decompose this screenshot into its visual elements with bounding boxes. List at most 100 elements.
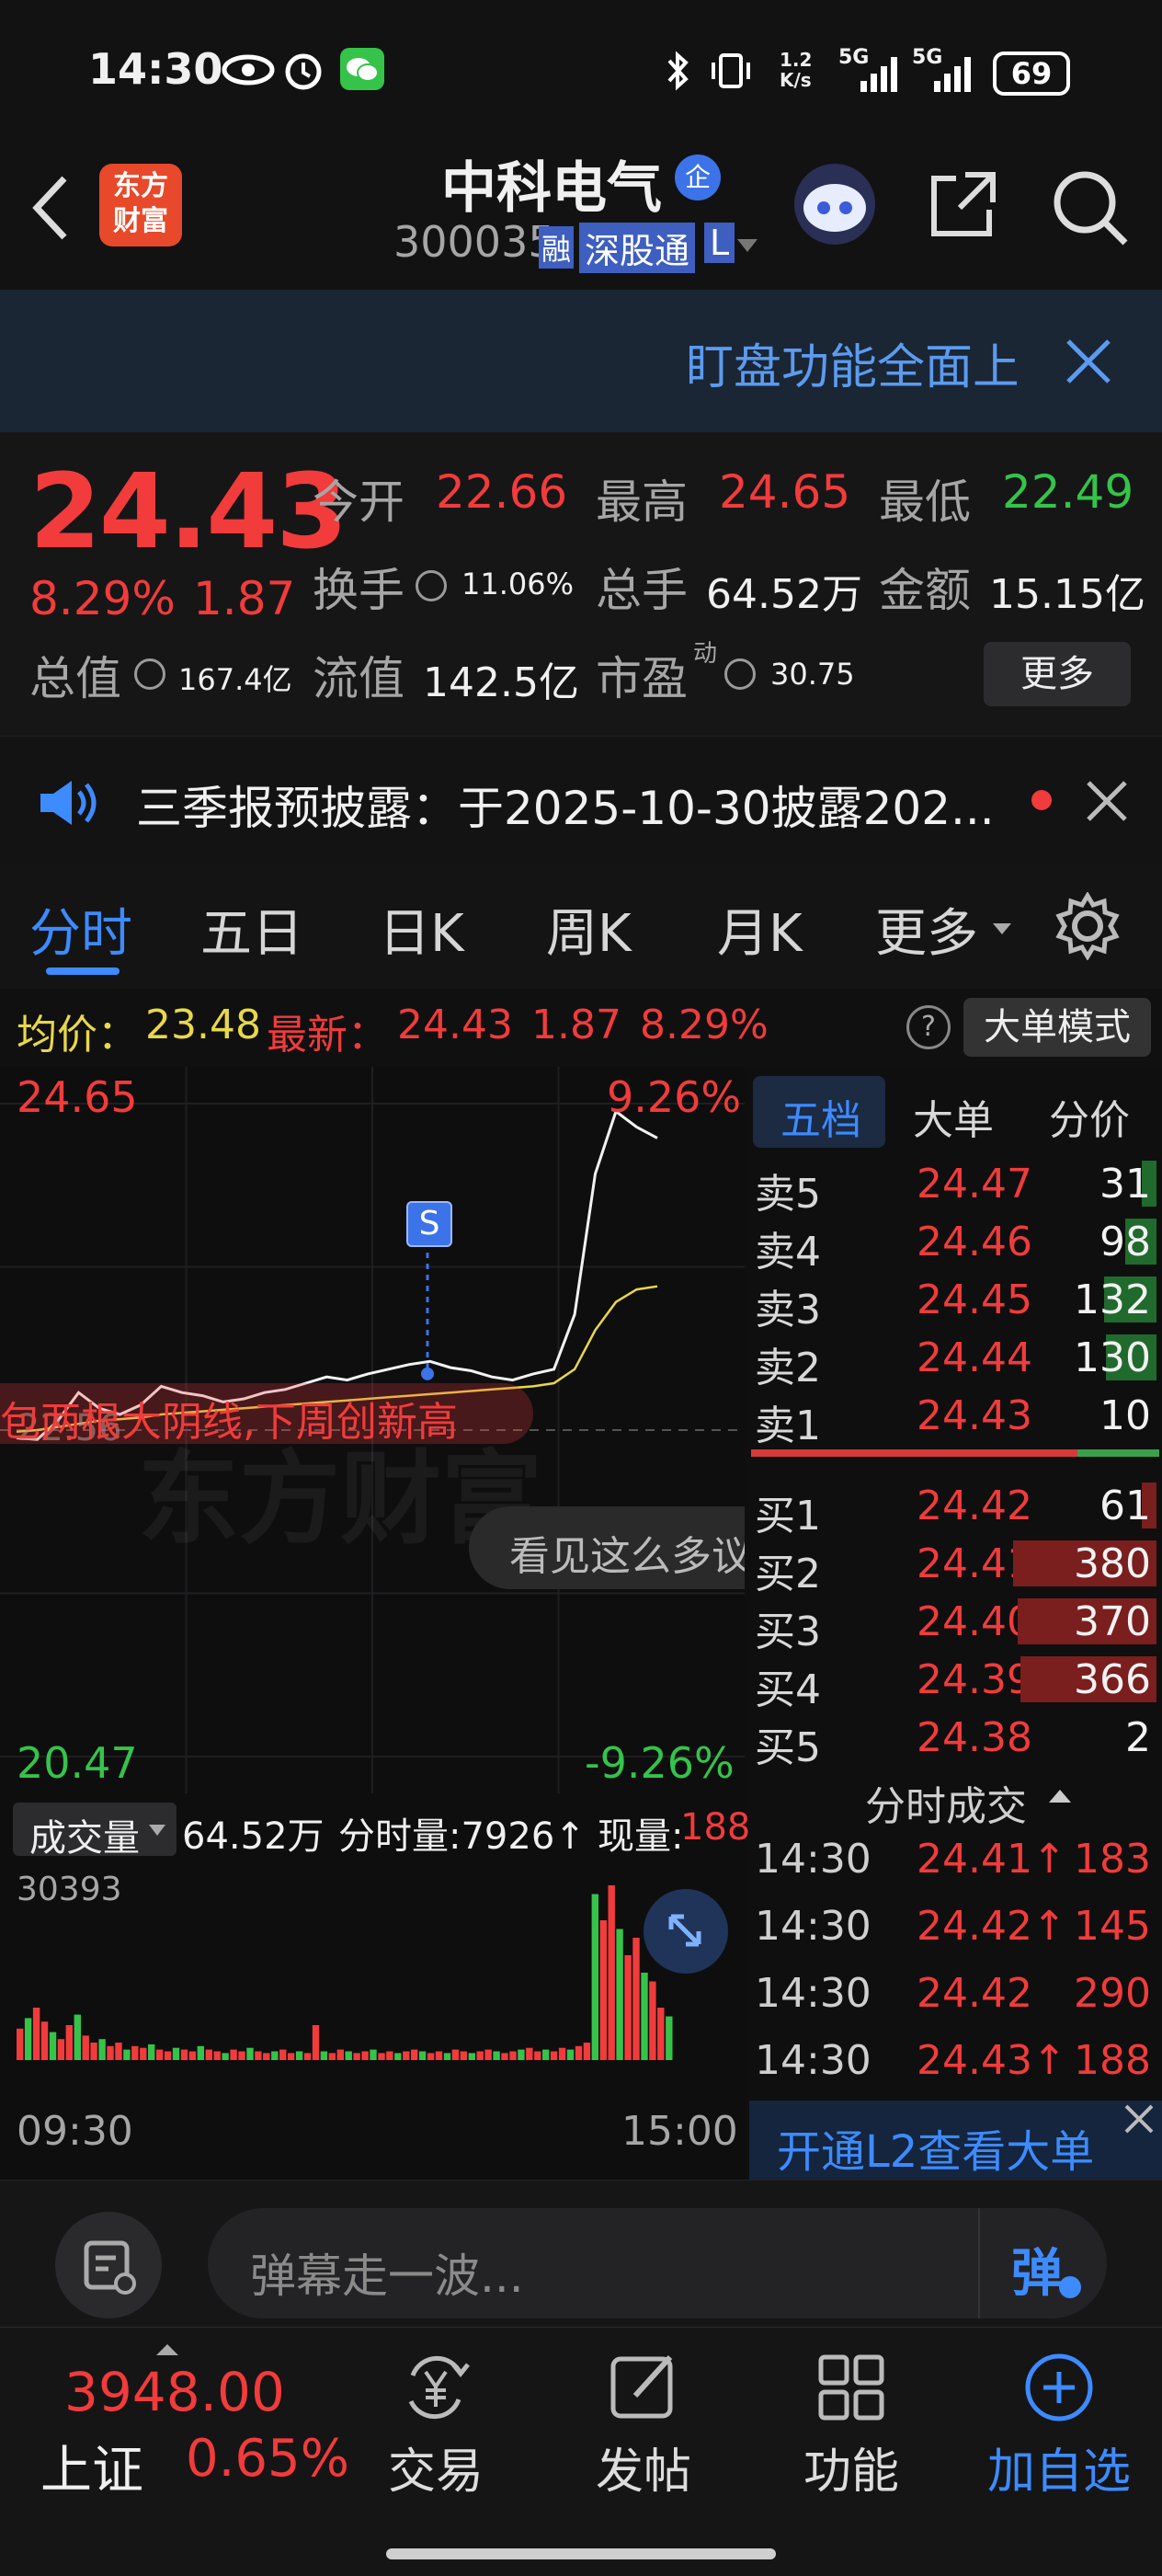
buy-level-row[interactable]: 买1 24.42 61 bbox=[749, 1477, 1162, 1540]
latest-label: 最新： bbox=[267, 1012, 388, 1059]
trade-price: 24.42 bbox=[917, 1970, 1032, 2017]
tab-daily-k[interactable]: 日K bbox=[379, 892, 464, 967]
volume-bar bbox=[57, 2039, 65, 2060]
brand-logo[interactable]: 东方 财富 bbox=[99, 164, 182, 246]
home-indicator[interactable] bbox=[386, 2548, 776, 2559]
sell-level-row[interactable]: 卖5 24.47 31 bbox=[749, 1155, 1162, 1218]
level-volume: 2 bbox=[1125, 1714, 1151, 1761]
more-button[interactable]: 更多 bbox=[984, 642, 1131, 706]
intraday-chart[interactable]: 24.65 9.26% 20.47 -9.26% 22.56 东方财富 包两根大… bbox=[0, 1067, 745, 1793]
connect-tag: 深股通 bbox=[579, 223, 696, 273]
bottom-nav: 3948.00 上证 0.65% 交易 发帖 功能 加自选 bbox=[0, 2327, 1162, 2576]
tab-price-volume[interactable]: 分价 bbox=[1049, 1087, 1130, 1146]
danmu-bubble: 看见这么多议 bbox=[469, 1506, 745, 1589]
nav-trade[interactable]: 交易 bbox=[344, 2346, 528, 2502]
tick-volume: 分时量:7926↑ bbox=[338, 1815, 586, 1858]
stock-name: 中科电气 bbox=[441, 156, 662, 221]
nav-post[interactable]: 发帖 bbox=[552, 2346, 735, 2502]
trade-time: 14:30 bbox=[755, 1903, 872, 1950]
feature-banner[interactable]: 盯盘功能全面上 bbox=[0, 290, 1162, 432]
trade-price: 24.42↑ bbox=[917, 1903, 1066, 1950]
sell-level-row[interactable]: 卖1 24.43 10 bbox=[749, 1387, 1162, 1449]
robot-assistant-icon[interactable] bbox=[789, 156, 881, 248]
danmu-send-button[interactable]: 弹 bbox=[978, 2208, 1109, 2318]
volume-bar bbox=[534, 2051, 541, 2060]
sell-level-row[interactable]: 卖3 24.45 132 bbox=[749, 1271, 1162, 1334]
index-pct[interactable]: 0.65% bbox=[186, 2429, 349, 2489]
time-end-label: 15:00 bbox=[621, 2108, 738, 2155]
back-arrow-icon[interactable] bbox=[28, 171, 74, 245]
close-icon[interactable] bbox=[1085, 779, 1129, 823]
latest-change: 1.87 bbox=[531, 1002, 621, 1048]
volume-bar bbox=[509, 2051, 517, 2060]
tab-more[interactable]: 更多 bbox=[875, 892, 978, 967]
status-bar: 14:30 1.2 K/s 5G 5G 69 bbox=[0, 0, 1162, 138]
tab-weekly-k[interactable]: 周K bbox=[546, 892, 632, 967]
announcement-bar[interactable]: 三季报预披露：于2025-10-30披露202... bbox=[0, 736, 1162, 866]
volume-bar bbox=[411, 2049, 418, 2060]
big-order-mode-button[interactable]: 大单模式 bbox=[963, 998, 1151, 1057]
buy-level-row[interactable]: 买3 24.40 370 bbox=[749, 1593, 1162, 1655]
edit-post-icon bbox=[610, 2354, 673, 2419]
current-volume-label: 现量: bbox=[598, 1815, 684, 1858]
signal-icon bbox=[860, 57, 897, 92]
indicator-selector[interactable]: 成交量 bbox=[13, 1803, 177, 1860]
danmu-settings-icon[interactable] bbox=[55, 2212, 162, 2318]
volume-bars-svg bbox=[17, 1885, 673, 2060]
unread-dot bbox=[1031, 790, 1052, 810]
turnover-value: 11.06% bbox=[461, 567, 575, 601]
close-icon[interactable] bbox=[1063, 336, 1114, 387]
expand-icon[interactable] bbox=[644, 1889, 728, 1974]
tab-five-levels[interactable]: 五档 bbox=[753, 1076, 885, 1148]
volume-bar bbox=[484, 2049, 492, 2060]
bid-ask-ratio-bar bbox=[751, 1449, 1159, 1457]
volume-bar bbox=[608, 1885, 615, 2060]
chevron-down-icon[interactable] bbox=[735, 237, 759, 256]
tab-intraday[interactable]: 分时 bbox=[29, 892, 132, 967]
share-icon[interactable] bbox=[925, 167, 998, 241]
search-icon[interactable] bbox=[1048, 166, 1131, 248]
trades-title[interactable]: 分时成交 bbox=[865, 1773, 1027, 1832]
level-volume: 61 bbox=[1099, 1483, 1151, 1529]
volume-bar bbox=[666, 2016, 673, 2060]
volume-bar bbox=[188, 2051, 197, 2060]
trade-volume: 188 bbox=[1074, 2037, 1151, 2084]
tab-big-orders[interactable]: 大单 bbox=[913, 1087, 994, 1146]
chevron-down-icon bbox=[993, 923, 1011, 934]
buy-level-row[interactable]: 买2 24.41 380 bbox=[749, 1535, 1162, 1597]
volume-bar bbox=[624, 1955, 632, 2060]
level-label: 买5 bbox=[755, 1724, 821, 1771]
level-volume: 10 bbox=[1099, 1392, 1151, 1439]
volume-bar bbox=[238, 2051, 245, 2060]
index-name[interactable]: 上证 bbox=[40, 2429, 143, 2503]
buy-level-row[interactable]: 买4 24.39 366 bbox=[749, 1651, 1162, 1713]
close-icon[interactable] bbox=[1119, 2099, 1159, 2139]
level-label: 买4 bbox=[755, 1666, 821, 1713]
trade-row: 14:30 24.42 290 bbox=[749, 1963, 1162, 2027]
volume-bar bbox=[205, 2049, 212, 2060]
buy-level-row[interactable]: 买5 24.38 2 bbox=[749, 1709, 1162, 1771]
level-price: 24.47 bbox=[917, 1161, 1032, 1208]
turnover-label: 换手 bbox=[313, 564, 404, 617]
stock-header: 东方 财富 中科电气 企 300035 融 深股通 L bbox=[0, 138, 1162, 290]
announcement-text: 三季报预披露：于2025-10-30披露202... bbox=[136, 782, 995, 835]
gear-icon[interactable] bbox=[1054, 892, 1122, 960]
signal-marker[interactable]: S bbox=[406, 1201, 452, 1247]
index-value[interactable]: 3948.00 bbox=[64, 2361, 285, 2423]
nav-add-watchlist[interactable]: 加自选 bbox=[967, 2346, 1151, 2502]
volume-bar bbox=[172, 2047, 180, 2060]
volume-bar bbox=[82, 2035, 89, 2060]
nav-functions[interactable]: 功能 bbox=[759, 2346, 943, 2502]
help-icon[interactable]: ? bbox=[906, 1005, 951, 1049]
level-label: 卖3 bbox=[755, 1287, 821, 1334]
sell-level-row[interactable]: 卖2 24.44 130 bbox=[749, 1329, 1162, 1391]
tab-five-day[interactable]: 五日 bbox=[200, 892, 303, 967]
danmu-bar: 弹幕走一波... 弹 bbox=[0, 2180, 1162, 2328]
sell-level-row[interactable]: 卖4 24.46 98 bbox=[749, 1213, 1162, 1276]
tab-monthly-k[interactable]: 月K bbox=[717, 892, 803, 967]
level-label: 买1 bbox=[755, 1493, 821, 1540]
volume-bar bbox=[657, 2008, 665, 2060]
volume-bar bbox=[271, 2051, 279, 2060]
danmu-input[interactable]: 弹幕走一波... bbox=[208, 2208, 1107, 2318]
l2-promo[interactable]: 开通L2查看大单 bbox=[749, 2101, 1162, 2180]
